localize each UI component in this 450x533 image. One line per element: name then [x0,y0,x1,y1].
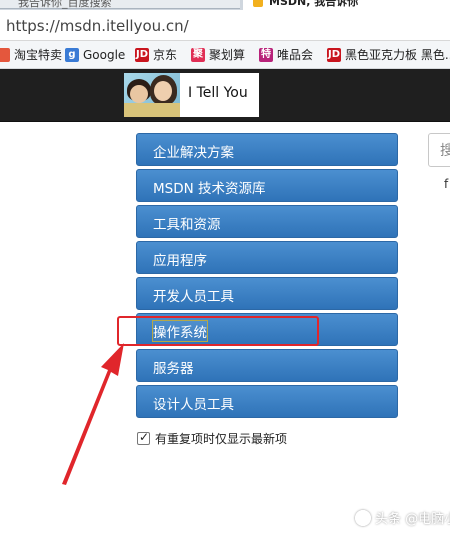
site-logo[interactable]: I Tell You [124,73,259,117]
latest-only-label[interactable]: 有重复项时仅显示最新项 [155,430,287,447]
tab-label: 我告诉你_百度搜索 [18,0,112,9]
watermark: 头条 @电脑小白 [355,508,450,527]
logo-photo-part [154,81,172,101]
site-favicon-icon [253,0,263,7]
tab-baidu-search[interactable]: 我告诉你_百度搜索 [0,0,240,9]
juhuasuan-icon: 聚 [191,47,205,62]
watermark-text: 头条 @电脑小白 [375,512,450,527]
logo-photo [124,73,180,117]
bookmark-label: 黑色亚克力板 黑色... [345,48,450,62]
menu-item-label: 工具和资源 [153,217,221,233]
menu-item-designer-tools[interactable]: 设计人员工具 [136,385,398,418]
checkmark-icon: ✓ [139,430,150,444]
menu-item-tools-resources[interactable]: 工具和资源 [136,205,398,238]
taobao-icon [0,47,10,62]
search-input[interactable]: 搜 [428,133,450,167]
vip-icon: 特 [259,47,273,62]
bookmark-taobao[interactable]: 淘宝特卖 [0,46,62,63]
jd-icon: JD [135,47,149,62]
logo-photo-part [130,85,148,103]
search-placeholder: 搜 [440,143,450,159]
annotation-highlight-box [117,316,319,346]
menu-item-developer-tools[interactable]: 开发人员工具 [136,277,398,310]
bookmark-google[interactable]: g Google [65,46,125,63]
bookmark-label: 淘宝特卖 [14,48,63,62]
bookmark-acrylic[interactable]: JD 黑色亚克力板 黑色... [327,46,450,63]
bookmark-jd[interactable]: JD 京东 [135,46,177,63]
menu-item-label: MSDN 技术资源库 [153,181,266,197]
tab-strip: 我告诉你_百度搜索 MSDN, 我告诉你 [0,0,450,10]
logo-photo-part [124,103,180,117]
tab-msdn[interactable]: MSDN, 我告诉你 [243,0,450,10]
side-text: f [444,177,449,191]
google-icon: g [65,47,79,62]
bookmark-label: 聚划算 [209,48,246,62]
menu-item-label: 开发人员工具 [153,289,234,305]
bookmark-label: 唯品会 [277,48,314,62]
bookmark-label: Google [83,47,126,62]
watermark-logo-icon [355,509,371,526]
bookmark-juhuasuan[interactable]: 聚 聚划算 [191,46,245,63]
menu-item-enterprise[interactable]: 企业解决方案 [136,133,398,166]
menu-item-label: 设计人员工具 [153,397,234,413]
menu-item-label: 应用程序 [153,253,207,269]
menu-item-label: 企业解决方案 [153,145,234,161]
bookmark-vip[interactable]: 特 唯品会 [259,46,313,63]
bookmarks-bar: 淘宝特卖 g Google JD 京东 聚 聚划算 特 唯品会 JD 黑色亚克力… [0,41,450,69]
jd-icon: JD [327,47,341,62]
logo-text: I Tell You [188,85,248,101]
url-text[interactable]: https://msdn.itellyou.cn/ [6,17,189,35]
menu-item-applications[interactable]: 应用程序 [136,241,398,274]
latest-only-checkbox[interactable]: ✓ [137,430,150,445]
bookmark-label: 京东 [153,48,178,62]
tab-label: MSDN, 我告诉你 [269,0,359,8]
address-bar[interactable]: https://msdn.itellyou.cn/ [0,10,450,41]
menu-item-msdn-library[interactable]: MSDN 技术资源库 [136,169,398,202]
menu-item-label: 服务器 [153,361,194,377]
menu-item-servers[interactable]: 服务器 [136,349,398,382]
